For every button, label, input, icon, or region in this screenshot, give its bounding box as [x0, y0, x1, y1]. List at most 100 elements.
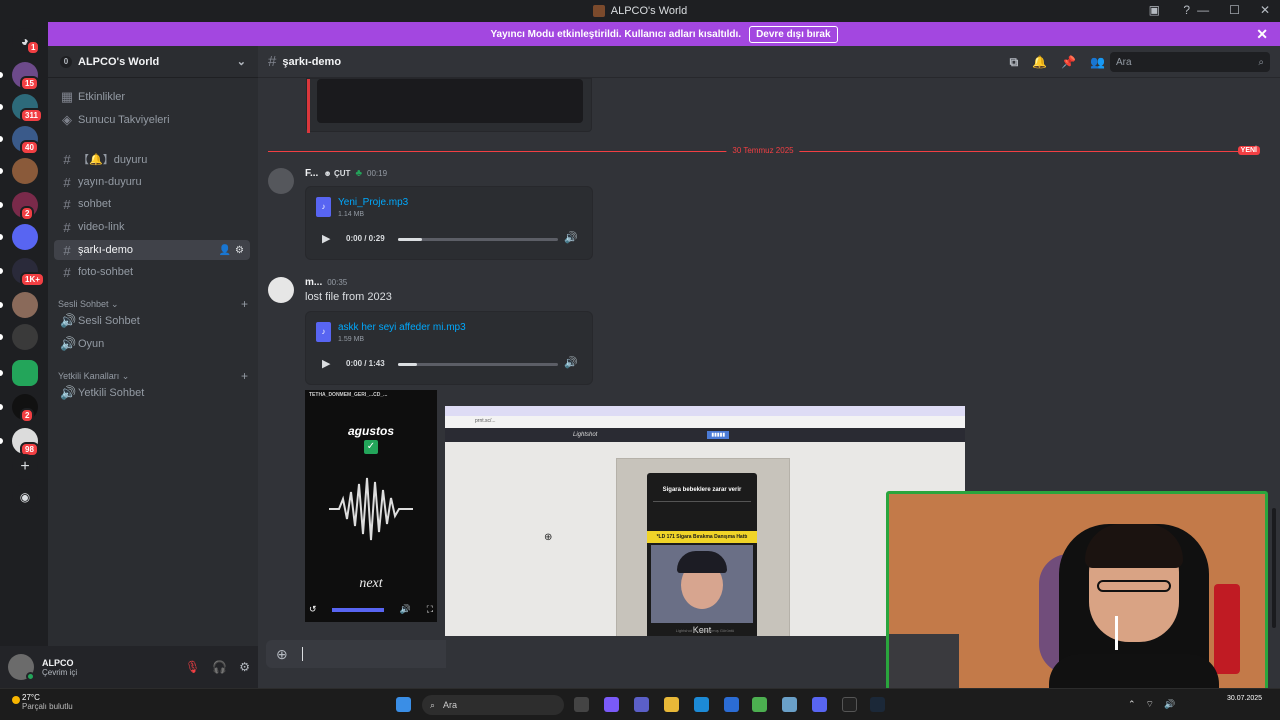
weather-desc: Parçalı bulutlu — [22, 702, 73, 711]
discord-taskbar-icon[interactable] — [812, 697, 827, 712]
channel-label: Sunucu Takviyeleri — [78, 114, 170, 126]
add-attachment-icon[interactable]: ⊕ — [276, 646, 288, 663]
server-icon-6[interactable] — [12, 224, 38, 250]
inbox-icon[interactable]: ▣ — [1149, 3, 1160, 17]
title-bar: ALPCO's World ▣ ? — ☐ ✕ — [0, 0, 1280, 22]
server-icon-9[interactable] — [12, 324, 38, 350]
avatar[interactable] — [268, 277, 294, 303]
channel-sidebar-voice-0-label[interactable]: 🔊 Sesli Sohbet — [54, 311, 250, 331]
volume-icon[interactable]: 🔊 — [400, 604, 411, 615]
system-tray[interactable]: ⌃ ⌔ 🔊 — [1128, 699, 1175, 710]
channel-sidebar: 0 ALPCO's World ⌄ ▦ Etkinlikler ◈ Sunucu Ta… — [48, 46, 258, 646]
maximize-button[interactable]: ☐ — [1229, 3, 1240, 17]
help-icon[interactable]: ? — [1183, 3, 1190, 17]
channel-label: 【🔔】duyuru — [78, 154, 148, 166]
store-icon[interactable] — [724, 697, 739, 712]
channel-sidebar-channels-3-label[interactable]: # video-link — [54, 217, 250, 237]
explore-icon[interactable]: ◉ — [12, 484, 38, 510]
close-window-button[interactable]: ✕ — [1260, 3, 1270, 17]
play-icon[interactable]: ▶ — [322, 357, 330, 370]
file-name-link[interactable]: Yeni_Proje.mp3 — [338, 197, 408, 208]
unread-indicator — [0, 334, 3, 340]
settings-app-icon[interactable] — [782, 697, 797, 712]
server-icon-4[interactable] — [12, 158, 38, 184]
steam-icon[interactable] — [870, 697, 885, 712]
file-name-link[interactable]: askk her seyi affeder mi.mp3 — [338, 322, 466, 333]
clock[interactable]: 30.07.2025 — [1227, 694, 1262, 704]
volume-icon[interactable]: 🔊 — [564, 231, 578, 244]
channel-sidebar-channels-4-label[interactable]: # şarkı-demo 👤 ⚙ — [54, 240, 250, 260]
channel-sidebar-voice-1-label[interactable]: 🔊 Oyun — [54, 334, 250, 354]
guild-boost-icon: 0 — [60, 55, 72, 68]
replay-icon[interactable]: ↺ — [309, 604, 317, 615]
close-banner-icon[interactable]: ✕ — [1256, 26, 1268, 43]
headphones-icon[interactable]: 🎧 — [212, 660, 227, 674]
audio-progress-bar[interactable] — [398, 238, 558, 241]
channel-category[interactable]: Yetkili Kanalları ⌄ + — [58, 369, 248, 383]
threads-icon[interactable]: ⧉ — [1010, 55, 1019, 70]
site-navbar: Lightshot ▮▮▮▮▮ — [445, 428, 965, 442]
obs-icon[interactable] — [842, 697, 857, 712]
windows-start-icon[interactable] — [396, 697, 411, 712]
message-input[interactable]: ⊕ — [266, 640, 446, 668]
edge-icon[interactable] — [694, 697, 709, 712]
add-channel-icon[interactable]: + — [241, 369, 248, 383]
network-icon[interactable]: ⌔ — [1146, 699, 1154, 710]
channel-sidebar-channels-5-label[interactable]: # foto-sohbet — [54, 262, 250, 282]
add-channel-icon[interactable]: + — [241, 297, 248, 311]
channel-sidebar-channels-1-label[interactable]: # yayın-duyuru — [54, 172, 250, 192]
video-word: agustos — [347, 424, 394, 438]
copilot-icon[interactable] — [604, 697, 619, 712]
chevron-down-icon: ⌄ — [119, 370, 130, 381]
speaker-icon[interactable]: 🔊 — [1164, 699, 1175, 710]
audio-time: 0:00 / 0:29 — [346, 234, 385, 243]
file-size: 1.59 MB — [338, 336, 365, 343]
disable-streamer-mode-button[interactable]: Devre dışı bırak — [749, 25, 838, 43]
taskbar-search[interactable]: ⌕ Ara — [422, 695, 564, 715]
audio-progress-bar[interactable] — [398, 363, 558, 366]
gear-icon[interactable]: ⚙ — [235, 245, 244, 256]
unread-indicator — [0, 104, 3, 110]
add-server-icon[interactable]: + — [12, 454, 38, 480]
divider-date: 30 Temmuz 2025 — [726, 146, 800, 155]
server-icon-10[interactable] — [12, 360, 38, 386]
channel-sidebar-channels-2-label[interactable]: # sohbet — [54, 194, 250, 214]
author-name[interactable]: m... — [305, 277, 322, 288]
file-explorer-icon[interactable] — [664, 697, 679, 712]
channel-sidebar-top-1-label[interactable]: ◈ Sunucu Takviyeleri — [54, 110, 250, 130]
members-icon[interactable]: 👥 — [1090, 55, 1105, 70]
chrome-icon[interactable] — [752, 697, 767, 712]
channel-sidebar-staff-0-label[interactable]: 🔊 Yetkili Sohbet — [54, 383, 250, 403]
volume-icon[interactable]: 🔊 — [564, 356, 578, 369]
pin-icon[interactable]: 📌 — [1061, 55, 1076, 70]
channel-label: şarkı-demo — [78, 244, 134, 256]
guild-header[interactable]: 0 ALPCO's World ⌄ — [48, 46, 258, 78]
video-attachment[interactable]: TETHA_DONMEM_GERI_...CD_... agustos ✓ ne… — [305, 390, 437, 622]
avatar[interactable] — [268, 168, 294, 194]
task-view-icon[interactable] — [574, 697, 589, 712]
search-input[interactable]: Ara ⌕ — [1110, 52, 1270, 72]
bell-icon[interactable]: 🔔 — [1032, 55, 1047, 70]
author-name[interactable]: F... — [305, 168, 318, 179]
server-badge: 311 — [20, 108, 43, 123]
invite-icon[interactable]: 👤 — [219, 245, 231, 256]
server-badge: 1K+ — [20, 272, 45, 287]
unread-indicator — [0, 136, 3, 142]
scrollbar[interactable] — [1272, 508, 1276, 628]
chevron-up-icon[interactable]: ⌃ — [1128, 699, 1136, 710]
play-icon[interactable]: ▶ — [322, 232, 330, 245]
weather-widget[interactable]: 27°C Parçalı bulutlu — [12, 693, 73, 711]
mic-muted-icon[interactable]: 🎙 — [185, 660, 200, 674]
minimize-button[interactable]: — — [1197, 3, 1209, 17]
channel-sidebar-top-0-label[interactable]: ▦ Etkinlikler — [54, 87, 250, 107]
fullscreen-icon[interactable]: ⛶ — [427, 604, 433, 615]
avatar[interactable] — [8, 654, 35, 681]
browser-address: prnt.sc/... — [445, 416, 965, 428]
gear-icon[interactable]: ⚙ — [239, 660, 250, 674]
server-icon-8[interactable] — [12, 292, 38, 318]
channel-category[interactable]: Sesli Sohbet ⌄ + — [58, 297, 248, 311]
unread-indicator — [0, 72, 3, 78]
teams-icon[interactable] — [634, 697, 649, 712]
channel-sidebar-channels-0-label[interactable]: # 【🔔】duyuru — [54, 149, 250, 169]
video-progress-bar[interactable] — [332, 607, 385, 612]
